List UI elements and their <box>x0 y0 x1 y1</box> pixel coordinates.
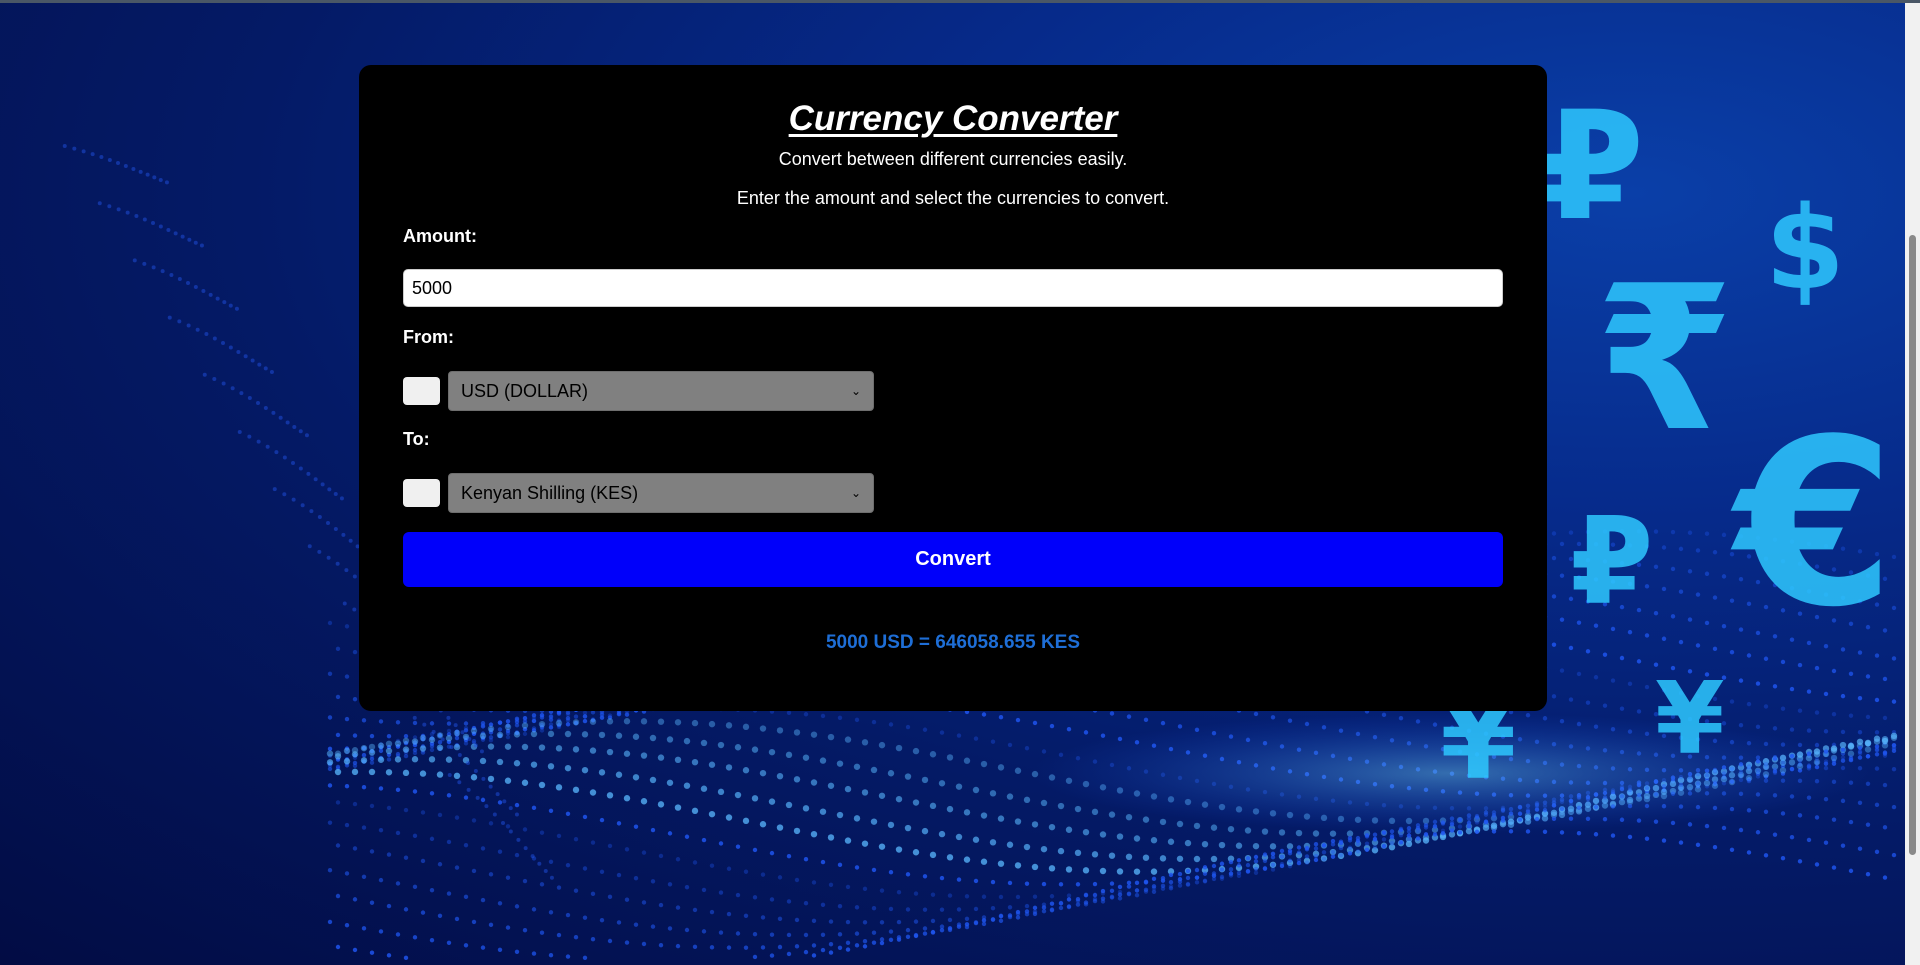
currency-symbol-graphic: ₽ <box>1540 80 1644 254</box>
to-currency-select[interactable]: Kenyan Shilling (KES) ⌄ <box>448 473 874 513</box>
page-title: Currency Converter <box>788 99 1118 138</box>
from-currency-value: USD (DOLLAR) <box>461 380 589 401</box>
convert-button[interactable]: Convert <box>403 532 1503 587</box>
conversion-result: 5000 USD = 646058.655 KES <box>825 632 1081 653</box>
amount-label: Amount: <box>403 226 477 246</box>
from-label: From: <box>403 327 454 347</box>
currency-symbol-graphic: $ <box>1765 182 1845 316</box>
currency-symbol-graphic: ¥ <box>1655 660 1725 777</box>
currency-symbol-graphic: € <box>1730 391 1895 658</box>
to-flag-image <box>403 479 440 507</box>
scrollbar-thumb[interactable] <box>1909 235 1916 855</box>
subtitle: Convert between different currencies eas… <box>778 149 1128 169</box>
amount-input[interactable] <box>403 269 1503 307</box>
currency-symbol-graphic: ₽ <box>1570 493 1654 632</box>
scrollbar[interactable] <box>1905 3 1920 965</box>
chevron-down-icon: ⌄ <box>850 486 861 500</box>
currency-symbol-graphic: ₹ <box>1595 243 1734 476</box>
from-currency-select[interactable]: USD (DOLLAR) ⌄ <box>448 371 874 411</box>
instructions: Enter the amount and select the currenci… <box>736 188 1170 208</box>
to-label: To: <box>403 429 430 449</box>
from-flag-image <box>403 377 440 405</box>
converter-card: Currency Converter Convert between diffe… <box>359 65 1547 711</box>
chevron-down-icon: ⌄ <box>850 384 861 398</box>
to-currency-value: Kenyan Shilling (KES) <box>461 482 639 503</box>
